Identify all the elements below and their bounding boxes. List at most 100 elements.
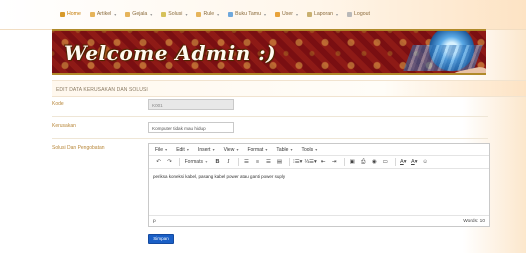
- nav-item-laporan[interactable]: Laporan ▾: [306, 11, 339, 17]
- nav-item-label: Solusi: [168, 11, 183, 17]
- formats-label: Formats: [184, 159, 203, 165]
- editor-menu-label: Insert: [197, 146, 211, 153]
- bullet-list-icon[interactable]: ⁝☰▾: [293, 158, 302, 167]
- nav-item-buku-tamu[interactable]: Buku Tamu ▾: [228, 11, 266, 17]
- bold-icon[interactable]: B: [213, 158, 222, 167]
- emoticon-icon[interactable]: ☺: [421, 158, 430, 167]
- nav-item-rule[interactable]: Rule ▾: [196, 11, 219, 17]
- chevron-down-icon: ▾: [205, 159, 208, 164]
- nav-item-label: Logout: [354, 11, 370, 17]
- editor-menu-view[interactable]: View ▾: [224, 147, 239, 153]
- chevron-down-icon: ▾: [217, 11, 220, 17]
- editor-menubar: File ▾ Edit ▾ Insert ▾ View ▾ Format ▾ Table …: [149, 144, 489, 156]
- welcome-title: Welcome Admin :): [64, 41, 277, 65]
- editor-content[interactable]: periksa koneksi kabel, pasang kabel powe…: [149, 169, 489, 215]
- nav-item-user[interactable]: User ▾: [275, 11, 298, 17]
- chevron-down-icon: ▾: [264, 11, 267, 17]
- solusi-icon: [161, 11, 167, 17]
- italic-icon[interactable]: I: [224, 158, 233, 167]
- kerusakan-label: Kerusakan: [52, 123, 76, 129]
- toolbar-separator: [289, 158, 290, 166]
- editor-menu-file[interactable]: File ▾: [155, 147, 167, 153]
- solusi-label: Solusi Dan Pengobatan: [52, 145, 105, 151]
- align-justify-icon[interactable]: ▤: [275, 158, 284, 167]
- buku-tamu-icon: [228, 11, 234, 17]
- kode-label: Kode: [52, 101, 64, 107]
- editor-menu-table[interactable]: Table ▾: [276, 147, 292, 153]
- top-navigation-bar: Home Artikel ▾ Gejala ▾ Solusi ▾ Rule ▾ Buku Tamu…: [0, 0, 526, 30]
- preview-icon[interactable]: ◉: [370, 158, 379, 167]
- user-icon: [275, 11, 281, 17]
- nav-item-label: Home: [67, 11, 81, 17]
- nav-item-label: Artikel: [96, 11, 112, 17]
- undo-icon[interactable]: ↶: [154, 158, 163, 167]
- editor-menu-insert[interactable]: Insert ▾: [198, 147, 215, 153]
- main-menu: Home Artikel ▾ Gejala ▾ Solusi ▾ Rule ▾ Buku Tamu…: [60, 11, 379, 17]
- nav-item-solusi[interactable]: Solusi ▾: [161, 11, 187, 17]
- editor-menu-label: View: [223, 146, 235, 153]
- editor-menu-label: Format: [247, 146, 264, 153]
- nav-item-artikel[interactable]: Artikel ▾: [89, 11, 117, 17]
- kerusakan-field[interactable]: Komputer tidak mau hidup: [148, 122, 234, 133]
- editor-menu-label: Edit: [176, 146, 185, 153]
- kode-field[interactable]: K001: [148, 99, 234, 110]
- toolbar-separator: [343, 158, 345, 166]
- chevron-down-icon: ▾: [185, 11, 188, 17]
- chevron-down-icon: ▾: [211, 146, 215, 152]
- chevron-down-icon: ▾: [314, 146, 318, 152]
- gejala-icon: [125, 11, 131, 17]
- nav-item-gejala[interactable]: Gejala ▾: [125, 11, 152, 17]
- chevron-down-icon: ▾: [336, 11, 339, 17]
- chevron-down-icon: ▾: [150, 11, 153, 17]
- editor-toolbar: ↶ ↷ Formats ▾ B I ☰ ≡ ☰ ▤ ⁝☰▾ ⅓☰▾ ⇤ ⇥ ▣ …: [149, 156, 489, 169]
- nav-item-label: User: [282, 11, 293, 17]
- section-title: EDIT DATA KERUSAKAN DAN SOLUSI: [52, 80, 526, 97]
- chevron-down-icon: ▾: [264, 146, 268, 152]
- nav-item-logout[interactable]: Logout: [347, 11, 370, 17]
- editor-menu-edit[interactable]: Edit ▾: [176, 147, 189, 153]
- laporan-icon: [306, 11, 312, 17]
- word-count: Words: 10: [463, 218, 485, 224]
- background-color-icon[interactable]: A▾: [410, 158, 419, 167]
- row-divider: [52, 116, 488, 117]
- chevron-down-icon: ▾: [114, 11, 117, 17]
- nav-item-home[interactable]: Home: [60, 11, 81, 17]
- nav-item-label: Buku Tamu: [235, 11, 261, 17]
- chevron-down-icon: ▾: [235, 146, 239, 152]
- editor-menu-format[interactable]: Format ▾: [247, 147, 267, 153]
- redo-icon[interactable]: ↷: [165, 158, 174, 167]
- editor-statusbar: p Words: 10: [149, 215, 489, 226]
- text-color-icon[interactable]: A▾: [399, 158, 408, 167]
- editor-menu-tools[interactable]: Tools ▾: [302, 147, 318, 153]
- save-button[interactable]: Simpan: [148, 234, 174, 244]
- align-right-icon[interactable]: ☰: [264, 158, 273, 167]
- nav-item-label: Gejala: [132, 11, 148, 17]
- element-path: p: [153, 218, 156, 224]
- outdent-icon[interactable]: ⇤: [319, 158, 328, 167]
- editor-menu-label: Table: [276, 146, 289, 153]
- align-left-icon[interactable]: ☰: [242, 158, 251, 167]
- formats-dropdown[interactable]: Formats ▾: [183, 157, 209, 167]
- nav-item-label: Rule: [203, 11, 215, 17]
- nav-item-label: Laporan: [313, 11, 334, 17]
- media-icon[interactable]: ▭: [381, 158, 390, 167]
- numbered-list-icon[interactable]: ⅓☰▾: [304, 158, 316, 167]
- indent-icon[interactable]: ⇥: [330, 158, 339, 167]
- welcome-banner: Welcome Admin :): [52, 29, 486, 75]
- rule-icon: [196, 11, 202, 17]
- image-icon[interactable]: ▣: [348, 158, 357, 167]
- rich-text-editor: File ▾ Edit ▾ Insert ▾ View ▾ Format ▾ Table …: [148, 143, 490, 227]
- chevron-down-icon: ▾: [185, 146, 189, 152]
- toolbar-separator: [179, 158, 180, 166]
- chevron-down-icon: ▾: [289, 146, 293, 152]
- chevron-down-icon: ▾: [164, 146, 168, 152]
- editor-menu-label: Tools: [301, 146, 314, 153]
- logout-icon: [347, 11, 353, 17]
- editor-menu-label: File: [155, 146, 164, 153]
- toolbar-separator: [394, 158, 396, 166]
- align-center-icon[interactable]: ≡: [253, 158, 262, 167]
- home-icon: [60, 11, 65, 17]
- toolbar-separator: [238, 158, 239, 166]
- artikel-icon: [89, 11, 95, 17]
- print-icon[interactable]: ⎙: [359, 158, 368, 167]
